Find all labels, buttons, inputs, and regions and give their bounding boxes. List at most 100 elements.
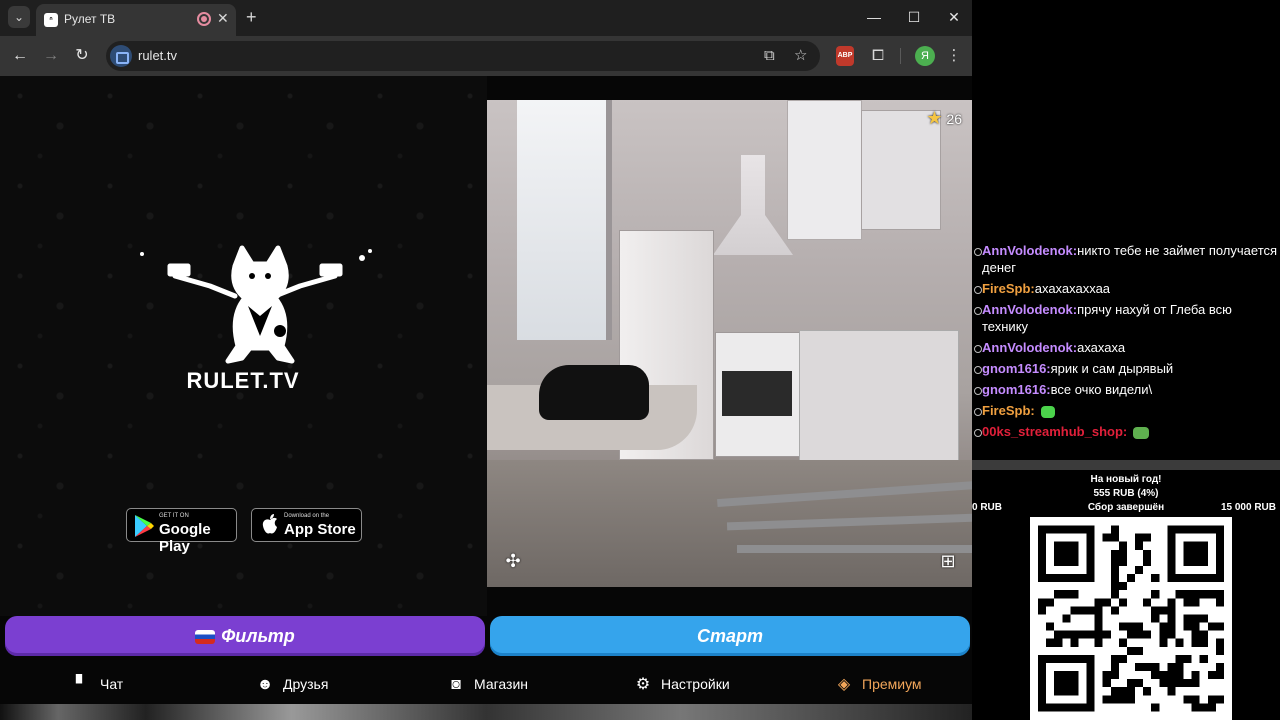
shop-bag-icon: ◙ [451, 676, 461, 693]
chat-username[interactable]: FireSpb: [982, 281, 1035, 296]
start-button[interactable]: Старт [490, 616, 970, 656]
chat-feed: AnnVolodenok:никто тебе не займет получа… [972, 242, 1280, 444]
nav-friends[interactable]: ☻ Друзья [255, 674, 329, 695]
apple-logo-icon [262, 514, 277, 534]
adblock-extension-icon[interactable]: ABP [836, 46, 854, 66]
chat-message: AnnVolodenok:ахахаха [972, 339, 1280, 356]
nav-premium[interactable]: ◈ Премиум [834, 674, 922, 695]
nav-shop-label: Магазин [474, 676, 529, 692]
emote-icon [1133, 426, 1150, 439]
nav-settings-label: Настройки [661, 676, 730, 692]
close-window-icon[interactable]: ✕ [942, 6, 966, 28]
star-icon: ★ [926, 108, 943, 128]
chat-icon: ▘ [75, 676, 89, 693]
chat-text: ахахахаххаа [1034, 281, 1111, 296]
chat-message: gnom1616:все очко видели\ [972, 381, 1280, 398]
google-play-small-text: GET IT ON [159, 513, 189, 519]
extensions-puzzle-icon[interactable]: ⧠ [868, 46, 888, 66]
tab-search-chevron-icon[interactable]: ⌄ [8, 6, 30, 28]
chat-text: ярик и сам дырявый [1050, 361, 1174, 376]
stream-overlay: AnnVolodenok:никто тебе не займет получа… [972, 0, 1280, 720]
maximize-icon[interactable]: ☐ [902, 6, 926, 28]
browser-window: ⌄ ᐢ Рулет ТВ ✕ + — ☐ ✕ ← → ↻ rulet.tv ⧉ … [0, 0, 972, 720]
forward-icon[interactable]: → [39, 44, 63, 68]
nav-friends-label: Друзья [283, 676, 329, 692]
chat-message: AnnVolodenok:никто тебе не займет получа… [972, 242, 1280, 276]
video-window [517, 100, 612, 340]
site-info-icon[interactable] [110, 45, 132, 67]
gamepad-icon[interactable]: ✣ [499, 547, 527, 575]
qr-code [1030, 517, 1232, 720]
chat-username[interactable]: gnom1616: [982, 361, 1051, 376]
tab-close-icon[interactable]: ✕ [217, 10, 229, 27]
chat-username[interactable]: FireSpb: [982, 403, 1035, 418]
browser-menu-icon[interactable]: ⋮ [946, 46, 962, 66]
chat-message: 00ks_streamhub_shop: [972, 423, 1280, 440]
russia-flag-icon [195, 630, 216, 645]
reload-icon[interactable]: ↻ [70, 44, 94, 68]
goal-max: 15 000 RUB [1220, 502, 1276, 513]
chat-message: FireSpb:ахахахаххаа [972, 280, 1280, 297]
app-store-big-text: App Store [284, 521, 356, 538]
chat-message: FireSpb: [972, 402, 1280, 419]
tab-title: Рулет ТВ [64, 12, 116, 26]
app-store-small-text: Download on the [284, 513, 330, 519]
nav-premium-label: Премиум [862, 676, 922, 692]
logo-text: RULET.TV [186, 368, 300, 393]
chat-message: AnnVolodenok:прячу нахуй от Глеба всю те… [972, 301, 1280, 335]
video-cabinet [787, 100, 862, 240]
browser-tab[interactable]: ᐢ Рулет ТВ ✕ [36, 4, 236, 36]
chat-username[interactable]: gnom1616: [982, 382, 1051, 397]
url-text: rulet.tv [138, 48, 178, 63]
goal-min: 0 RUB [972, 502, 1003, 513]
browser-toolbar: ← → ↻ rulet.tv ⧉ ☆ ABP ⧠ Я ⋮ [0, 36, 972, 76]
bottom-navigation: ▘ Чат ☻ Друзья ◙ Магазин ⚙ Настройки ◈ Премиу… [0, 664, 972, 704]
goal-amount: 555 RUB (4%) [1093, 488, 1159, 499]
minimize-icon[interactable]: — [862, 6, 886, 28]
google-play-button[interactable]: GET IT ON Google Play [126, 508, 237, 555]
new-tab-icon[interactable]: + [246, 6, 257, 28]
recording-indicator-icon [197, 12, 211, 26]
toolbar-separator [900, 48, 901, 64]
video-counter [799, 330, 959, 470]
video-bag [539, 365, 649, 420]
google-play-big-text: Google Play [159, 521, 211, 555]
bookmark-star-icon[interactable]: ☆ [794, 46, 807, 66]
chat-text: все очко видели\ [1050, 382, 1153, 397]
friends-icon: ☻ [256, 676, 274, 693]
install-app-icon[interactable]: ⧉ [764, 46, 775, 66]
google-play-icon [135, 515, 154, 537]
emote-icon [1040, 405, 1055, 418]
profile-avatar[interactable]: Я [915, 46, 935, 66]
chat-username[interactable]: AnnVolodenok: [982, 302, 1077, 317]
nav-shop[interactable]: ◙ Магазин [446, 674, 528, 695]
tab-favicon-icon: ᐢ [44, 13, 58, 27]
favorites-count: 26 [946, 111, 962, 127]
chat-username[interactable]: AnnVolodenok: [982, 340, 1077, 355]
chat-username[interactable]: 00ks_streamhub_shop: [982, 424, 1127, 439]
video-stove [715, 332, 800, 457]
nav-chat[interactable]: ▘ Чат [72, 674, 123, 695]
video-range-hood [713, 155, 793, 255]
favorites-badge[interactable]: ★ 26 [926, 108, 962, 129]
chat-username[interactable]: AnnVolodenok: [982, 243, 1077, 258]
nav-chat-label: Чат [100, 676, 124, 692]
filter-button-label: Фильтр [221, 626, 295, 646]
rulet-page: RULET.TV GET IT ON Google Play Download … [0, 76, 972, 720]
filter-button[interactable]: Фильтр [5, 616, 485, 656]
back-icon[interactable]: ← [8, 44, 32, 68]
bottom-preview-strip [0, 704, 972, 720]
chat-text: ахахаха [1077, 340, 1126, 355]
app-store-button[interactable]: Download on the App Store [251, 508, 362, 542]
start-button-label: Старт [696, 626, 763, 646]
address-bar[interactable]: rulet.tv ⧉ ☆ [106, 41, 820, 71]
partner-video[interactable]: ★ 26 ✣ ⊞ [487, 100, 972, 587]
tag-icon: ◈ [837, 676, 851, 693]
gift-icon[interactable]: ⊞ [934, 547, 962, 575]
doodle-background: RULET.TV GET IT ON Google Play Download … [0, 76, 487, 616]
tab-bar: ⌄ ᐢ Рулет ТВ ✕ + — ☐ ✕ [0, 0, 972, 36]
chat-divider-bar [972, 460, 1280, 470]
chat-message: gnom1616:ярик и сам дырявый [972, 360, 1280, 377]
nav-settings[interactable]: ⚙ Настройки [633, 674, 730, 695]
gear-icon: ⚙ [635, 676, 651, 693]
